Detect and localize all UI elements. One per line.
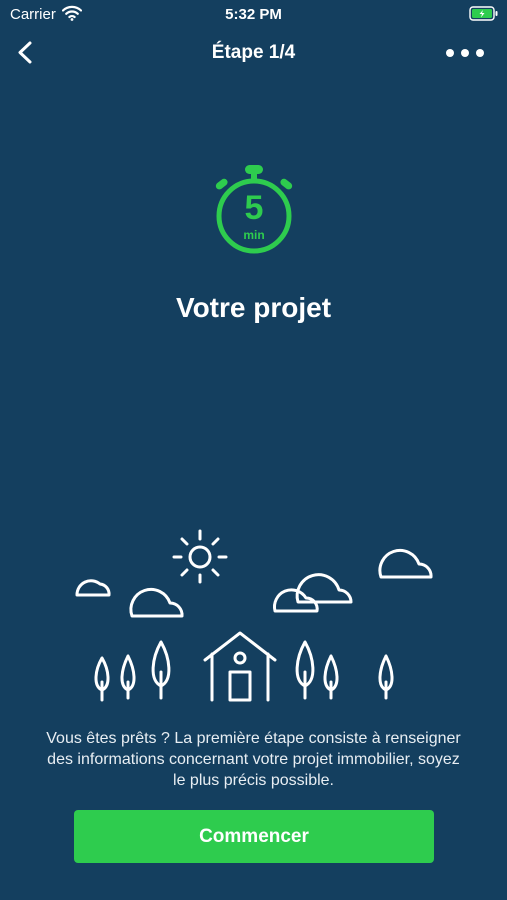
tree-icon <box>295 640 315 700</box>
more-options-button[interactable] <box>445 42 485 64</box>
tree-icon <box>120 654 136 700</box>
nav-title: Étape 1/4 <box>211 42 296 63</box>
tree-icon <box>378 654 394 700</box>
clock-label: 5:32 PM <box>225 6 282 23</box>
cloud-icon <box>129 587 184 618</box>
timer-value: 5 <box>244 189 264 227</box>
cloud-icon <box>75 579 111 597</box>
tree-icon <box>151 640 171 700</box>
page-title: Votre projet <box>175 292 332 323</box>
navigation-bar: Étape 1/4 <box>0 28 507 78</box>
sun-icon <box>172 529 228 584</box>
house-icon <box>203 631 277 702</box>
more-dots-icon <box>446 49 484 57</box>
battery-icon <box>469 6 499 26</box>
tree-icon <box>94 656 110 702</box>
tree-icon <box>323 654 339 700</box>
start-button[interactable]: Commencer <box>74 810 434 863</box>
cloud-icon <box>378 548 433 579</box>
timer-unit: min <box>243 228 265 242</box>
stopwatch-badge: 5 min <box>211 160 297 260</box>
intro-description: Vous êtes prêts ? La première étape cons… <box>46 730 461 789</box>
house-landscape-illustration <box>75 529 433 702</box>
status-bar: Carrier 5:32 PM <box>0 0 507 28</box>
